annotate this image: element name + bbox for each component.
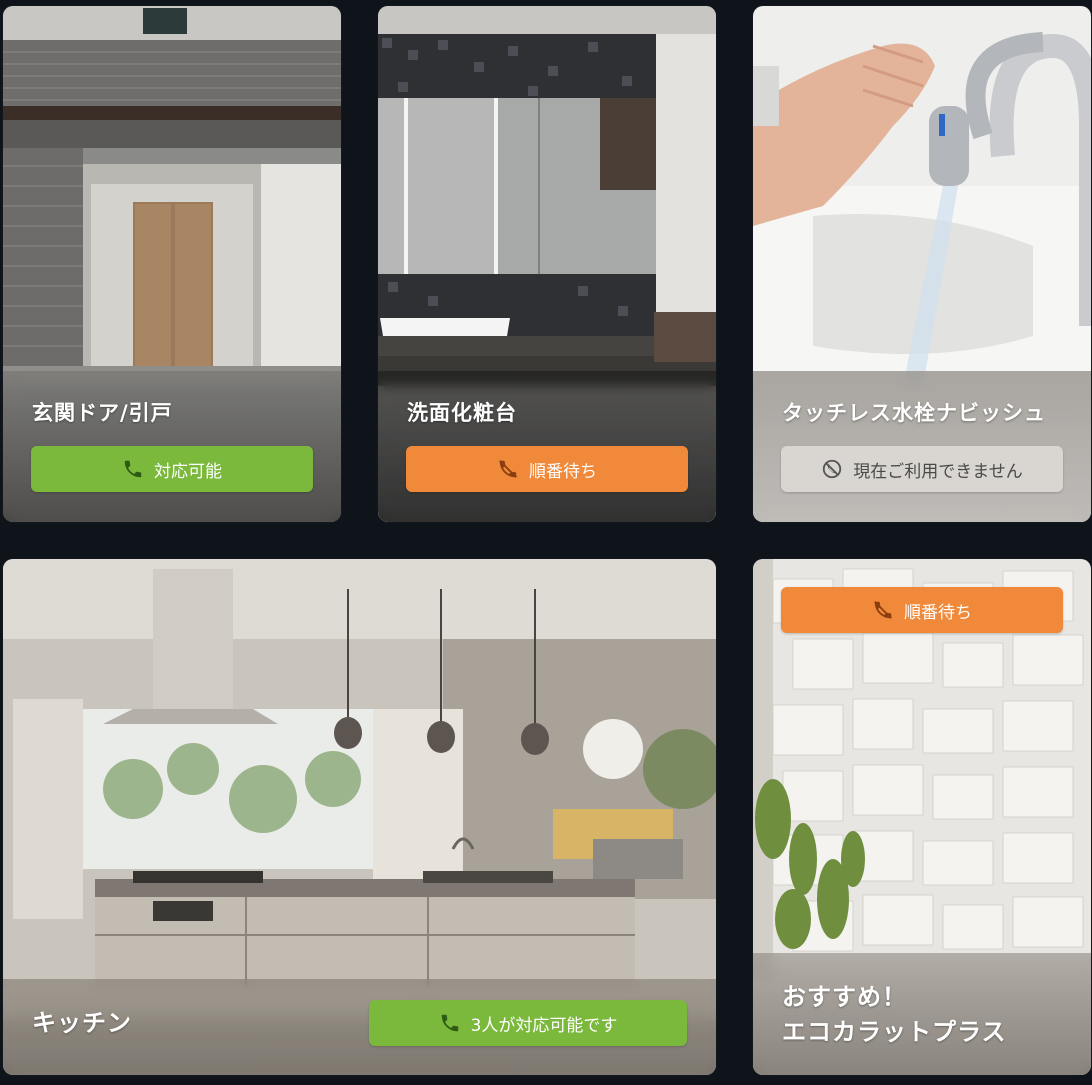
status-button-unavailable: 現在ご利用できません	[781, 446, 1063, 492]
product-card-ecocarat-plus[interactable]: おすすめ！ エコカラットプラス 順番待ち	[753, 559, 1091, 1075]
card-title-line1: おすすめ！	[782, 983, 907, 1011]
status-label: 順番待ち	[904, 602, 972, 623]
product-card-touchless-faucet[interactable]: タッチレス水栓ナビッシュ 現在ご利用できません	[753, 6, 1091, 522]
status-button-waiting[interactable]: 順番待ち	[781, 587, 1063, 633]
product-card-entrance-door[interactable]: 玄関ドア/引戸 対応可能	[3, 6, 341, 522]
phone-slash-icon	[872, 599, 894, 621]
phone-slash-icon	[497, 458, 519, 480]
product-card-kitchen[interactable]: キッチン 3人が対応可能です	[3, 559, 716, 1075]
status-button-available[interactable]: 対応可能	[31, 446, 313, 492]
phone-icon	[122, 458, 144, 480]
card-title: 洗面化粧台	[407, 401, 517, 425]
unavailable-icon	[821, 458, 843, 480]
card-title-line2: エコカラットプラス	[782, 1018, 1007, 1046]
status-label: 現在ご利用できません	[853, 461, 1023, 482]
status-label: 3人が対応可能です	[470, 1015, 618, 1036]
card-title: キッチン	[32, 1009, 132, 1037]
phone-icon	[439, 1012, 461, 1034]
status-label: 順番待ち	[529, 461, 597, 482]
card-title: タッチレス水栓ナビッシュ	[782, 401, 1046, 425]
product-card-vanity[interactable]: 洗面化粧台 順番待ち	[378, 6, 716, 522]
status-button-available[interactable]: 3人が対応可能です	[369, 1000, 687, 1046]
status-label: 対応可能	[154, 461, 222, 482]
status-button-waiting[interactable]: 順番待ち	[406, 446, 688, 492]
card-title: 玄関ドア/引戸	[32, 401, 173, 425]
